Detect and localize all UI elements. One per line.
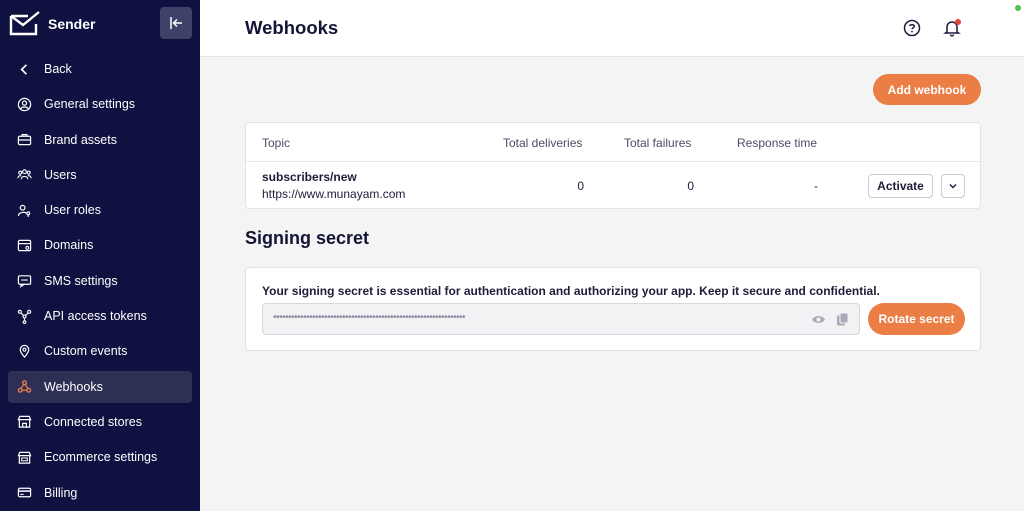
sidebar-item-label: Brand assets <box>44 132 117 147</box>
sidebar-item-sms-settings[interactable]: SMS settings <box>8 265 192 297</box>
sidebar-item-label: Ecommerce settings <box>44 450 158 465</box>
sidebar-item-domains[interactable]: Domains <box>8 229 192 261</box>
brand-logo[interactable]: Sender <box>8 8 95 40</box>
browser-icon <box>16 237 32 253</box>
webhook-topic: subscribers/new <box>262 170 357 184</box>
network-icon <box>16 308 32 324</box>
briefcase-icon <box>16 132 32 148</box>
store-icon <box>16 414 32 430</box>
signing-secret-value: ••••••••••••••••••••••••••••••••••••••••… <box>273 312 466 323</box>
sidebar-item-label: Back <box>44 62 72 76</box>
column-header-topic: Topic <box>262 136 291 150</box>
settings-nav: Back General settings Brand assets Users… <box>8 53 192 511</box>
activate-button[interactable]: Activate <box>868 174 933 198</box>
rotate-secret-button[interactable]: Rotate secret <box>868 303 965 335</box>
sidebar-item-user-roles[interactable]: User roles <box>8 194 192 226</box>
envelope-check-icon <box>9 11 40 36</box>
user-key-icon <box>16 202 32 218</box>
sidebar-item-label: Domains <box>44 238 94 253</box>
signing-secret-card: Your signing secret is essential for aut… <box>245 267 981 351</box>
sidebar-item-label: Webhooks <box>44 379 103 394</box>
column-header-total-failures: Total failures <box>624 136 692 150</box>
webhook-icon <box>16 379 32 395</box>
sidebar-item-label: Connected stores <box>44 414 142 429</box>
webhook-failures: 0 <box>687 179 694 193</box>
notifications-button[interactable] <box>942 18 962 38</box>
status-indicator <box>1015 5 1021 11</box>
signing-secret-title: Signing secret <box>245 228 370 248</box>
brand-name: Sender <box>48 16 96 32</box>
webhook-url: https://www.munayam.com <box>262 187 406 201</box>
sidebar-item-connected-stores[interactable]: Connected stores <box>8 406 192 438</box>
card-icon <box>16 485 32 501</box>
sidebar-item-label: User roles <box>44 203 101 218</box>
sidebar-item-label: SMS settings <box>44 273 118 288</box>
sidebar-item-brand-assets[interactable]: Brand assets <box>8 124 192 156</box>
page-header: Webhooks <box>200 0 1024 57</box>
sidebar-item-label: API access tokens <box>44 309 147 324</box>
sidebar-item-general-settings[interactable]: General settings <box>8 88 192 120</box>
copy-icon <box>837 312 849 326</box>
user-circle-icon <box>16 96 32 112</box>
sidebar: Sender Back General settings Brand asset… <box>0 0 200 511</box>
shop-icon <box>16 449 32 465</box>
table-divider <box>246 161 980 162</box>
sidebar-item-webhooks[interactable]: Webhooks <box>8 370 192 403</box>
chevron-down-icon <box>949 184 957 189</box>
sms-icon <box>16 273 32 289</box>
users-icon <box>16 167 32 183</box>
notification-badge <box>955 19 961 25</box>
chevron-left-icon <box>16 61 32 77</box>
reveal-secret-button[interactable] <box>811 312 826 327</box>
sidebar-item-api-access-tokens[interactable]: API access tokens <box>8 300 192 332</box>
sidebar-item-users[interactable]: Users <box>8 159 192 191</box>
help-circle-icon <box>903 19 921 37</box>
row-menu-button[interactable] <box>941 174 965 198</box>
location-pin-icon <box>16 343 32 359</box>
sidebar-item-custom-events[interactable]: Custom events <box>8 335 192 367</box>
sidebar-item-billing[interactable]: Billing <box>8 477 192 509</box>
help-button[interactable] <box>902 18 922 38</box>
copy-secret-button[interactable] <box>835 312 850 327</box>
webhook-deliveries: 0 <box>577 179 584 193</box>
sidebar-item-label: Billing <box>44 485 78 500</box>
column-header-total-deliveries: Total deliveries <box>503 136 583 150</box>
signing-secret-description: Your signing secret is essential for aut… <box>262 284 880 298</box>
eye-icon <box>812 316 825 323</box>
page-title: Webhooks <box>245 17 339 38</box>
webhooks-table: Topic Total deliveries Total failures Re… <box>245 122 981 209</box>
collapse-left-icon <box>170 17 182 29</box>
sidebar-item-label: General settings <box>44 97 136 112</box>
sidebar-item-back[interactable]: Back <box>8 53 192 85</box>
add-webhook-button[interactable]: Add webhook <box>873 74 981 105</box>
sidebar-item-label: Users <box>44 167 77 182</box>
sidebar-item-label: Custom events <box>44 344 128 359</box>
collapse-sidebar-button[interactable] <box>160 7 192 39</box>
signing-secret-field[interactable]: ••••••••••••••••••••••••••••••••••••••••… <box>262 303 860 335</box>
column-header-response-time: Response time <box>737 136 818 150</box>
sidebar-item-ecommerce-settings[interactable]: Ecommerce settings <box>8 441 192 473</box>
webhook-response-time: - <box>814 179 818 193</box>
